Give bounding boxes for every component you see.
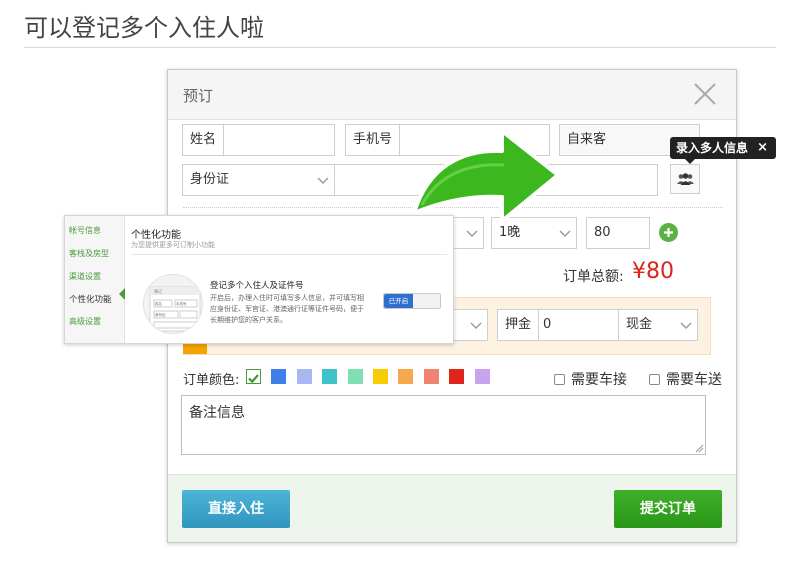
payment-method-select[interactable]: 现金 (618, 309, 698, 341)
dialog-title: 预订 (183, 87, 214, 105)
color-swatch[interactable] (373, 369, 388, 384)
id-number-value (335, 165, 342, 195)
name-field[interactable]: 姓名 (182, 124, 335, 156)
thumb-heading: 预订 (154, 288, 162, 294)
check-icon (248, 374, 259, 384)
deposit-input[interactable]: 0 (536, 310, 551, 340)
color-swatch[interactable] (246, 369, 261, 384)
feature-thumbnail: 预订 姓名 手机号 身份证 (143, 274, 203, 334)
settings-sidebar: 帐号信息 客栈及房型 渠道设置 个性化功能 高级设置 (65, 216, 125, 343)
phone-input[interactable] (400, 125, 407, 155)
id-type-value: 身份证 (183, 165, 237, 195)
thumb-name-label: 姓名 (155, 301, 162, 306)
add-guests-tooltip: 录入多人信息 × (670, 137, 776, 159)
form-preview-icon: 预订 姓名 手机号 身份证 (149, 286, 201, 332)
sidebar-item-inn-rooms[interactable]: 客栈及房型 (69, 248, 109, 259)
dialog-header: 预订 (168, 70, 736, 120)
tooltip-close-icon[interactable]: × (757, 137, 768, 159)
price-input[interactable]: 80 (586, 217, 650, 249)
dropoff-label: 需要车送 (666, 372, 722, 388)
order-total-value: ¥80 (632, 259, 674, 284)
add-guests-button[interactable] (670, 164, 700, 194)
active-pointer (119, 288, 125, 300)
add-room-button[interactable] (659, 223, 678, 242)
pickup-checkbox[interactable]: 需要车接 (554, 369, 627, 389)
thumb-id-label: 身份证 (155, 312, 166, 317)
close-icon[interactable] (692, 81, 718, 107)
color-swatch[interactable] (449, 369, 465, 384)
id-type-select[interactable]: 身份证 (182, 164, 335, 196)
plus-icon (664, 228, 673, 237)
settings-divider (131, 254, 447, 255)
toggle-on-label: 已开启 (384, 294, 413, 308)
page-heading: 可以登记多个入住人啦 (24, 14, 264, 42)
color-swatch[interactable] (398, 369, 414, 384)
chevron-down-icon (317, 177, 329, 184)
chevron-down-icon (680, 322, 692, 329)
pickup-checkbox-box[interactable] (554, 374, 565, 385)
feature-toggle[interactable]: 已开启 (383, 293, 441, 309)
deposit-field[interactable]: 押金 0 (497, 309, 620, 341)
order-color-label: 订单颜色: (183, 373, 240, 388)
phone-label: 手机号 (346, 125, 401, 155)
color-swatch[interactable] (322, 369, 338, 384)
chevron-down-icon (470, 322, 482, 329)
sidebar-item-personalization[interactable]: 个性化功能 (69, 293, 112, 305)
pickup-label: 需要车接 (571, 372, 627, 388)
heading-divider (24, 47, 776, 48)
feature-description: 开启后，办理入住时可填写多人信息，并可填写相应身份证、军官证、港澳通行证等证件号… (210, 294, 364, 324)
thumb-phone-label: 手机号 (176, 301, 187, 306)
dropoff-checkbox[interactable]: 需要车送 (649, 369, 722, 389)
submit-order-button[interactable]: 提交订单 (614, 490, 722, 528)
color-swatch[interactable] (474, 369, 490, 384)
deposit-label: 押金 (498, 310, 540, 340)
sidebar-item-account[interactable]: 帐号信息 (69, 225, 101, 236)
settings-popup: 帐号信息 客栈及房型 渠道设置 个性化功能 高级设置 个性化功能 为您提供更多可… (64, 215, 454, 344)
name-label: 姓名 (183, 125, 225, 155)
color-swatch[interactable] (347, 369, 363, 384)
tooltip-tail (684, 158, 696, 164)
dropoff-checkbox-box[interactable] (649, 374, 660, 385)
name-input[interactable] (223, 125, 230, 155)
color-swatch[interactable] (423, 369, 439, 384)
check-in-button[interactable]: 直接入住 (182, 490, 290, 528)
tooltip-text: 录入多人信息 (676, 141, 749, 155)
order-total-label: 订单总额: (563, 269, 624, 285)
sidebar-item-advanced[interactable]: 高级设置 (69, 316, 101, 327)
color-swatch[interactable] (271, 369, 287, 384)
settings-subtitle: 为您提供更多可订制小功能 (131, 241, 215, 249)
remarks-textarea[interactable]: 备注信息 (181, 395, 706, 455)
price-value: 80 (594, 225, 611, 240)
settings-title: 个性化功能 (131, 230, 181, 241)
resize-handle-icon[interactable] (695, 444, 704, 453)
feature-title: 登记多个入住人及证件号 (210, 281, 304, 291)
payment-method-value: 现金 (619, 310, 660, 340)
color-swatch[interactable] (296, 369, 312, 384)
users-icon (677, 173, 694, 185)
sidebar-item-channels[interactable]: 渠道设置 (69, 271, 101, 282)
